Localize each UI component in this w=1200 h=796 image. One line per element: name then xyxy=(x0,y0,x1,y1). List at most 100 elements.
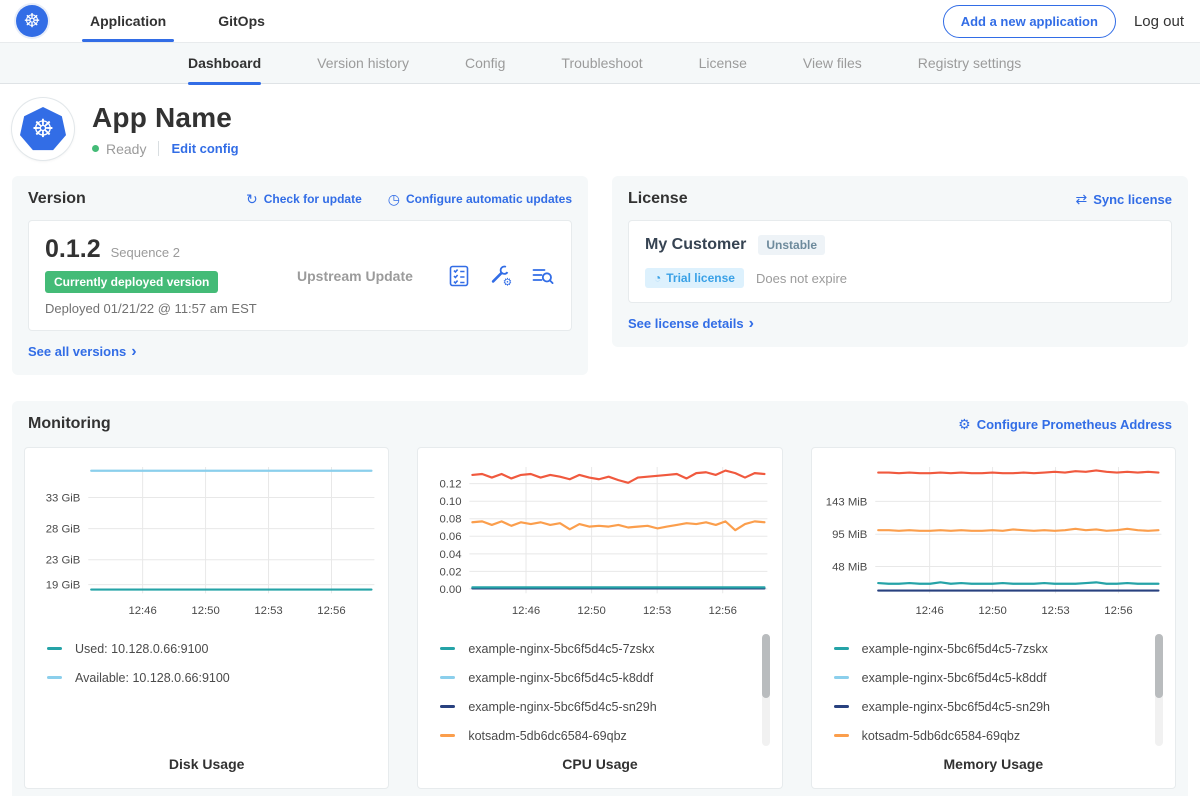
disk-usage-chart: 33 GiB28 GiB23 GiB19 GiB12:4612:5012:531… xyxy=(33,456,380,628)
scrollbar-thumb[interactable] xyxy=(762,634,770,698)
version-card: Version ↻ Check for update ◷ Configure a… xyxy=(12,176,588,375)
subnav-item-version-history[interactable]: Version history xyxy=(317,42,409,84)
subnav-item-troubleshoot[interactable]: Troubleshoot xyxy=(561,42,642,84)
edit-config-tools-icon[interactable]: ⚙ xyxy=(488,264,513,288)
license-type-badge: ◔ Trial license xyxy=(645,268,744,288)
svg-text:⚙: ⚙ xyxy=(503,276,512,287)
scrollbar-thumb[interactable] xyxy=(1155,634,1163,698)
svg-text:12:50: 12:50 xyxy=(578,605,606,617)
legend-label: example-nginx-5bc6f5d4c5-sn29h xyxy=(468,700,656,714)
license-expiry: Does not expire xyxy=(756,271,847,286)
subnav-item-registry-settings[interactable]: Registry settings xyxy=(918,42,1021,84)
edit-config-link[interactable]: Edit config xyxy=(171,141,238,156)
svg-text:0.06: 0.06 xyxy=(440,531,462,543)
app-header: ☸ App Name Ready Edit config xyxy=(0,84,1200,160)
chart-title: Disk Usage xyxy=(33,750,380,776)
legend-item: example-nginx-5bc6f5d4c5-sn29h xyxy=(834,692,1167,721)
svg-text:95 MiB: 95 MiB xyxy=(832,529,867,541)
legend-item: example-nginx-5bc6f5d4c5-k8ddf xyxy=(440,663,773,692)
legend-label: example-nginx-5bc6f5d4c5-7zskx xyxy=(468,642,654,656)
svg-text:12:50: 12:50 xyxy=(191,605,219,617)
legend-label: Available: 10.128.0.66:9100 xyxy=(75,671,230,685)
legend-item: kotsadm-5db6dc6584-69qbz xyxy=(834,721,1167,750)
sync-license-link[interactable]: ⇄ Sync license xyxy=(1075,192,1172,207)
legend-label: Used: 10.128.0.66:9100 xyxy=(75,642,208,656)
svg-text:12:53: 12:53 xyxy=(1041,605,1069,617)
logout-button[interactable]: Log out xyxy=(1134,13,1184,30)
view-files-search-icon[interactable] xyxy=(530,264,555,288)
svg-text:12:56: 12:56 xyxy=(709,605,737,617)
legend-item: Used: 10.128.0.66:9100 xyxy=(47,634,380,663)
svg-text:0.00: 0.00 xyxy=(440,584,462,596)
chevron-right-icon: › xyxy=(749,319,754,329)
disk-usage-card: 33 GiB28 GiB23 GiB19 GiB12:4612:5012:531… xyxy=(24,447,389,789)
status-dot xyxy=(92,145,99,152)
configure-auto-updates-label: Configure automatic updates xyxy=(406,192,572,206)
legend-swatch xyxy=(47,647,62,650)
see-all-versions-link[interactable]: See all versions › xyxy=(28,344,137,359)
svg-text:12:46: 12:46 xyxy=(915,605,943,617)
kubernetes-logo-icon: ☸ xyxy=(16,5,48,37)
license-card: License ⇄ Sync license My Customer Unsta… xyxy=(612,176,1188,347)
customer-name: My Customer xyxy=(645,236,746,254)
legend-item: example-nginx-5bc6f5d4c5-7zskx xyxy=(440,634,773,663)
svg-text:12:50: 12:50 xyxy=(978,605,1006,617)
legend-label: kotsadm-5db6dc6584-69qbz xyxy=(468,729,626,743)
subnav-item-view-files[interactable]: View files xyxy=(803,42,862,84)
version-sequence: Sequence 2 xyxy=(111,245,180,260)
wheel-icon: ☸ xyxy=(23,10,40,33)
cpu-usage-chart: 0.120.100.080.060.040.020.0012:4612:5012… xyxy=(426,456,773,628)
page-title: App Name xyxy=(92,102,239,134)
channel-badge: Unstable xyxy=(758,235,825,255)
legend-item: example-nginx-5bc6f5d4c5-k8ddf xyxy=(834,663,1167,692)
see-license-details-label: See license details xyxy=(628,316,744,331)
license-card-title: License xyxy=(628,190,688,208)
gear-icon: ⚙ xyxy=(958,417,971,431)
subnav-item-config[interactable]: Config xyxy=(465,42,505,84)
legend-label: example-nginx-5bc6f5d4c5-k8ddf xyxy=(862,671,1047,685)
legend-swatch xyxy=(834,676,849,679)
svg-text:0.02: 0.02 xyxy=(440,566,462,578)
legend-swatch xyxy=(834,705,849,708)
svg-text:28 GiB: 28 GiB xyxy=(46,524,81,536)
subnav-item-dashboard[interactable]: Dashboard xyxy=(188,42,261,84)
svg-text:12:56: 12:56 xyxy=(317,605,345,617)
divider xyxy=(158,141,159,156)
legend-swatch xyxy=(834,647,849,650)
legend-swatch xyxy=(440,734,455,737)
cpu-usage-card: 0.120.100.080.060.040.020.0012:4612:5012… xyxy=(417,447,782,789)
configure-auto-updates-link[interactable]: ◷ Configure automatic updates xyxy=(388,192,572,206)
version-source-label: Upstream Update xyxy=(297,268,447,284)
check-for-update-link[interactable]: ↻ Check for update xyxy=(246,192,362,206)
kubernetes-heptagon-icon: ☸ xyxy=(20,107,66,151)
legend-label: example-nginx-5bc6f5d4c5-k8ddf xyxy=(468,671,653,685)
add-application-button[interactable]: Add a new application xyxy=(943,5,1116,38)
legend-swatch xyxy=(440,647,455,650)
license-details-row: My Customer Unstable ◔ Trial license Doe… xyxy=(628,220,1172,303)
see-license-details-link[interactable]: See license details › xyxy=(628,316,754,331)
configure-prometheus-link[interactable]: ⚙ Configure Prometheus Address xyxy=(958,417,1172,432)
deployed-timestamp: Deployed 01/21/22 @ 11:57 am EST xyxy=(45,301,297,316)
svg-text:48 MiB: 48 MiB xyxy=(832,561,867,573)
svg-text:0.10: 0.10 xyxy=(440,496,462,508)
sync-arrows-icon: ⇄ xyxy=(1075,192,1087,206)
chart-title: Memory Usage xyxy=(820,750,1167,776)
legend-scrollbar[interactable] xyxy=(762,634,770,746)
svg-text:0.12: 0.12 xyxy=(440,479,462,491)
legend-scrollbar[interactable] xyxy=(1155,634,1163,746)
app-avatar: ☸ xyxy=(12,98,74,160)
see-all-versions-label: See all versions xyxy=(28,344,126,359)
legend-swatch xyxy=(440,705,455,708)
wheel-icon: ☸ xyxy=(32,114,54,144)
svg-text:19 GiB: 19 GiB xyxy=(46,580,81,592)
top-navbar: ☸ Application GitOps Add a new applicati… xyxy=(0,0,1200,42)
legend-label: example-nginx-5bc6f5d4c5-7zskx xyxy=(862,642,1048,656)
disk-usage-legend: Used: 10.128.0.66:9100 Available: 10.128.… xyxy=(33,628,380,750)
tab-application[interactable]: Application xyxy=(86,0,170,42)
license-type-label: Trial license xyxy=(666,271,735,285)
legend-item: example-nginx-5bc6f5d4c5-sn29h xyxy=(440,692,773,721)
subnav-item-license[interactable]: License xyxy=(699,42,747,84)
preflight-checklist-icon[interactable] xyxy=(447,264,471,288)
svg-text:0.04: 0.04 xyxy=(440,549,462,561)
tab-gitops[interactable]: GitOps xyxy=(214,0,269,42)
